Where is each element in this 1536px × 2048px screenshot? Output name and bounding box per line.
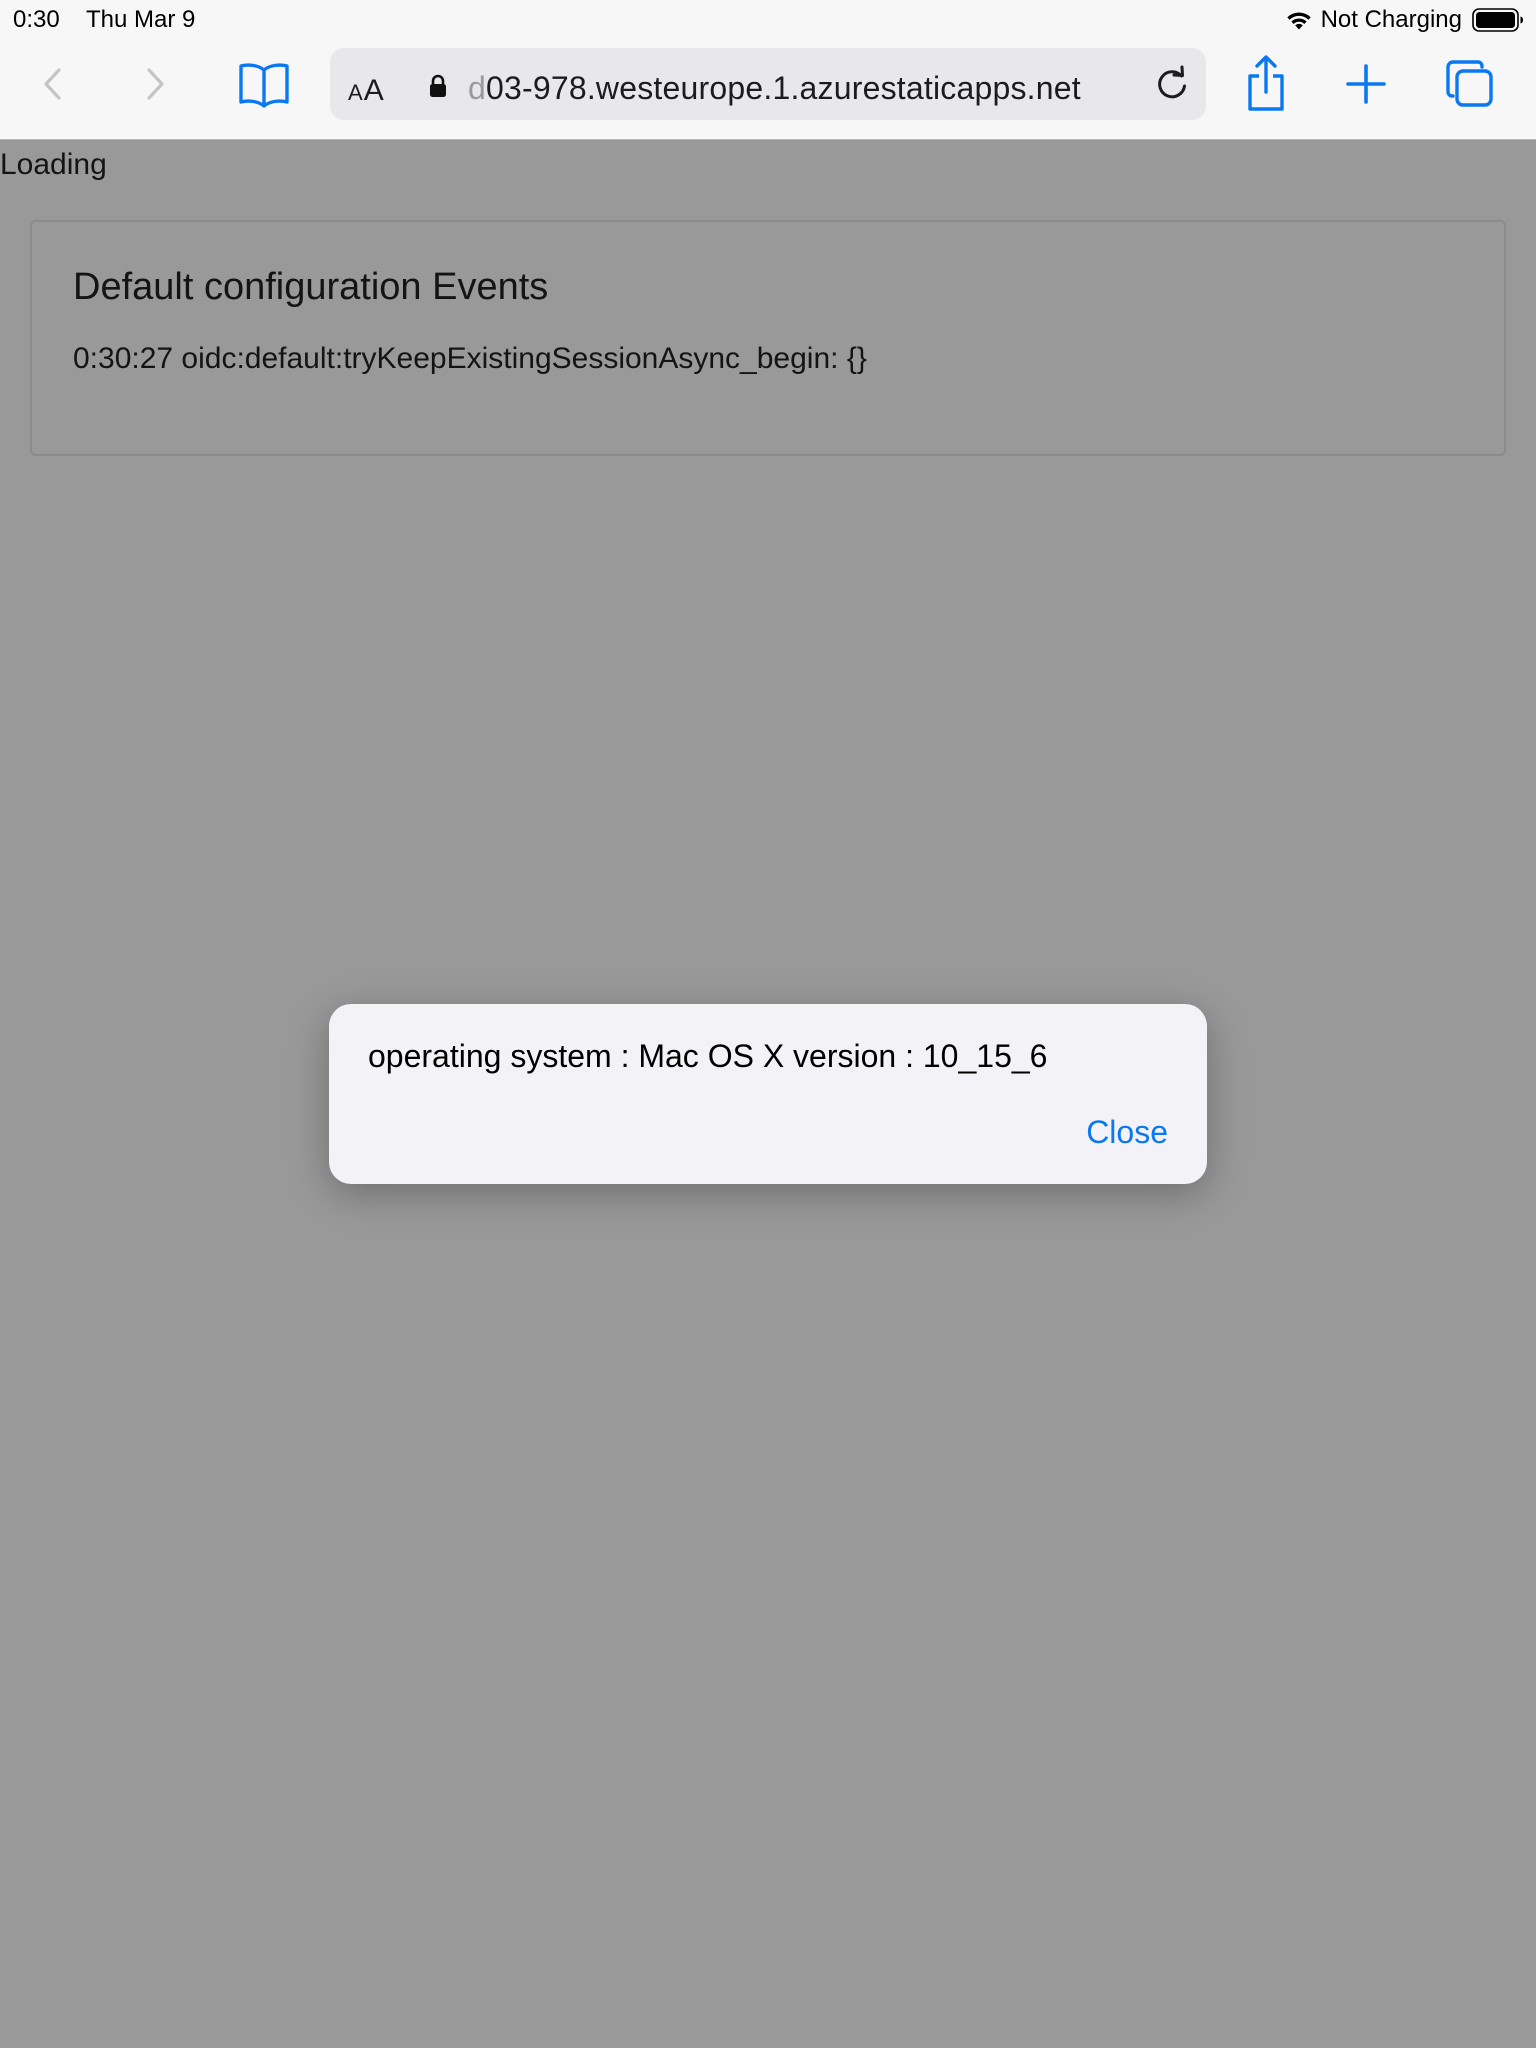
url-text[interactable]: d03-978.westeurope.1.azurestaticapps.net [468,70,1081,107]
chevron-right-icon [147,68,164,100]
tabs-button[interactable] [1444,58,1496,110]
screen: 0:30 Thu Mar 9 Not Charging A A d03-978.… [0,0,1536,2048]
browser-toolbar: A A d03-978.westeurope.1.azurestaticapps… [0,40,1536,140]
bookmarks-button[interactable] [236,60,292,108]
battery-icon [1472,8,1523,32]
tabs-icon [1446,60,1493,107]
forward-button[interactable] [132,62,176,106]
reload-icon [1158,65,1186,99]
chevron-left-icon [44,68,61,100]
status-time: 0:30 [13,6,60,33]
status-date: Thu Mar 9 [86,6,196,33]
share-button[interactable] [1242,54,1290,114]
events-card-title: Default configuration Events [73,266,549,308]
share-icon [1248,55,1284,111]
text-size-large-a: A [363,74,384,107]
text-size-button[interactable]: A A [348,48,384,120]
back-button[interactable] [32,62,76,106]
close-button[interactable]: Close [1086,1114,1168,1151]
url-domain: 03-978.westeurope.1.azurestaticapps.net [486,70,1081,106]
wifi-icon [1286,12,1311,30]
alert-dialog: operating system : Mac OS X version : 10… [329,1004,1207,1184]
charging-status: Not Charging [1320,6,1462,33]
alert-message: operating system : Mac OS X version : 10… [368,1038,1048,1074]
new-tab-button[interactable] [1342,60,1390,108]
book-icon [239,63,289,108]
status-indicators: Not Charging [1285,4,1524,36]
address-bar[interactable]: A A d03-978.westeurope.1.azurestaticapps… [330,48,1206,120]
url-faded-prefix: d [468,70,486,106]
plus-icon [1346,64,1386,104]
reload-button[interactable] [1152,64,1192,104]
events-card: Default configuration Events 0:30:27 oid… [30,220,1506,456]
text-size-small-a: A [348,80,363,105]
lock-icon [430,74,446,97]
status-bar: 0:30 Thu Mar 9 Not Charging [0,0,1536,40]
event-entry: 0:30:27 oidc:default:tryKeepExistingSess… [73,342,867,375]
loading-text: Loading [0,148,107,181]
